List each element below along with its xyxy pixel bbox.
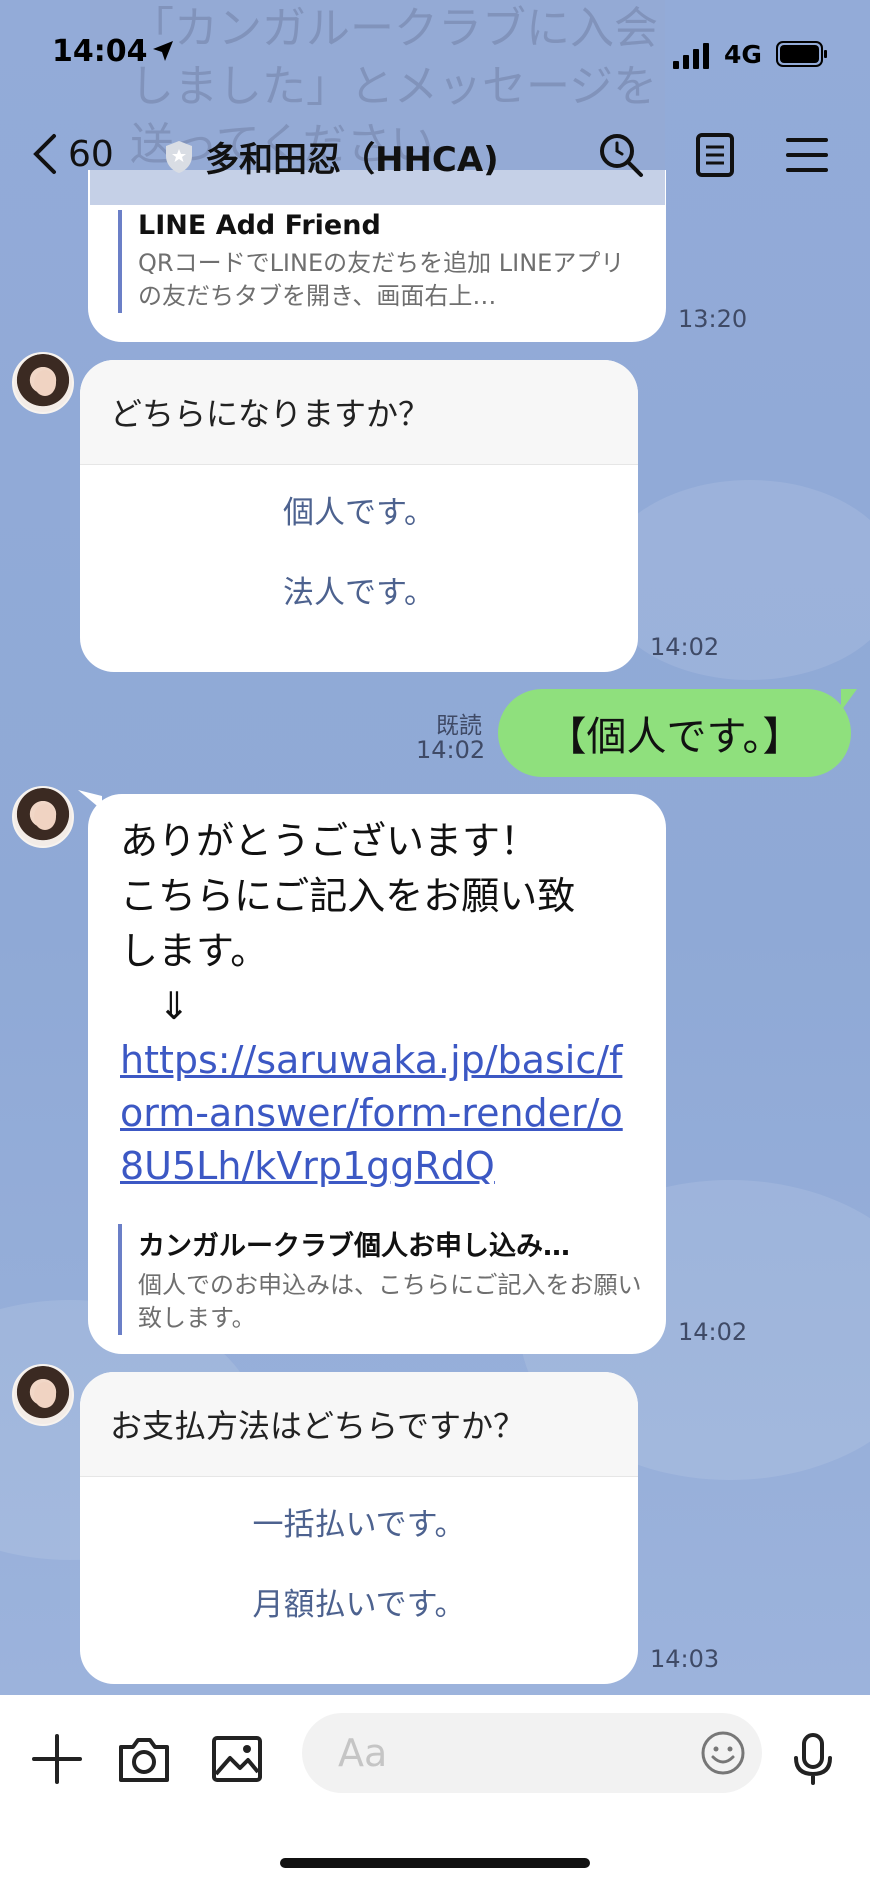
status-time: 14:04 (52, 34, 148, 69)
location-arrow-icon (153, 41, 173, 61)
chat-header: 60 多和田忍（HHCA) (0, 110, 870, 205)
read-receipt: 既読 (436, 713, 482, 739)
down-arrow: ⇓ (158, 984, 190, 1028)
option-kojin-button[interactable]: 個人です。 (80, 473, 638, 553)
menu-icon[interactable] (784, 132, 830, 178)
form-link[interactable]: https://saruwaka.jp/basic/form-answer/fo… (120, 1034, 640, 1193)
outgoing-message-bubble[interactable]: 【個人です。】 (498, 689, 857, 777)
message-input-box[interactable] (302, 1713, 762, 1793)
link-preview-title: カンガルークラブ個人お申し込み… (138, 1231, 570, 1262)
home-indicator (280, 1858, 590, 1868)
link-preview-description: 個人でのお申込みは、こちらにご記入をお願い致します。 (138, 1271, 642, 1332)
avatar[interactable] (12, 1364, 74, 1426)
message-line: ありがとうございます！ (120, 819, 539, 863)
chevron-left-icon (33, 134, 56, 174)
link-preview-description: QRコードでLINEの友だちを追加 LINEアプリの友だちタブを開き、画面右上… (138, 249, 625, 310)
question-card: どちらになりますか？ 個人です。 法人です。 (80, 360, 638, 672)
status-bar: 14:04 4G (0, 0, 870, 110)
chat-title[interactable]: 多和田忍（HHCA) (165, 132, 499, 181)
microphone-icon[interactable] (786, 1732, 840, 1786)
avatar[interactable] (12, 786, 74, 848)
link-preview[interactable]: カンガルークラブ個人お申し込み… 個人でのお申込みは、こちらにご記入をお願い致し… (118, 1224, 648, 1335)
chat-title-text: 多和田忍（HHCA) (205, 140, 499, 180)
message-line: こちらにご記入をお願い致 (120, 874, 576, 918)
option-hojin-button[interactable]: 法人です。 (80, 553, 638, 633)
message-time: 13:20 (678, 305, 748, 333)
image-icon[interactable] (210, 1732, 264, 1786)
link-preview[interactable]: LINE Add Friend QRコードでLINEの友だちを追加 LINEアプ… (118, 210, 648, 313)
question-prompt: どちらになりますか？ (80, 360, 638, 465)
option-monthly-button[interactable]: 月額払いです。 (80, 1565, 638, 1645)
network-type: 4G (724, 40, 762, 69)
incoming-message-bubble: ありがとうございます！ こちらにご記入をお願い致 します。 ⇓ https://… (88, 794, 666, 1354)
notes-icon[interactable] (692, 132, 738, 178)
input-bar (0, 1695, 870, 1883)
signal-icon (673, 43, 709, 69)
search-icon[interactable] (598, 132, 644, 178)
outgoing-message-text: 【個人です。】 (546, 714, 803, 760)
option-lump-sum-button[interactable]: 一括払いです。 (80, 1485, 638, 1565)
message-time: 14:02 (650, 633, 720, 661)
message-input[interactable] (336, 1730, 670, 1776)
unread-count: 60 (68, 133, 114, 175)
emoji-icon[interactable] (700, 1730, 746, 1776)
link-preview-title: LINE Add Friend (138, 210, 381, 241)
message-time: 14:03 (650, 1645, 720, 1673)
battery-icon (776, 41, 827, 67)
plus-icon[interactable] (30, 1732, 84, 1786)
verified-shield-icon (166, 140, 192, 173)
question-card: お支払方法はどちらですか？ 一括払いです。 月額払いです。 (80, 1372, 638, 1684)
message-line: します。 (120, 929, 269, 973)
question-prompt: お支払方法はどちらですか？ (80, 1372, 638, 1477)
message-time: 14:02 (678, 1318, 748, 1346)
back-button[interactable]: 60 (30, 132, 114, 176)
message-time: 14:02 (416, 736, 486, 764)
avatar[interactable] (12, 352, 74, 414)
camera-icon[interactable] (117, 1732, 171, 1786)
